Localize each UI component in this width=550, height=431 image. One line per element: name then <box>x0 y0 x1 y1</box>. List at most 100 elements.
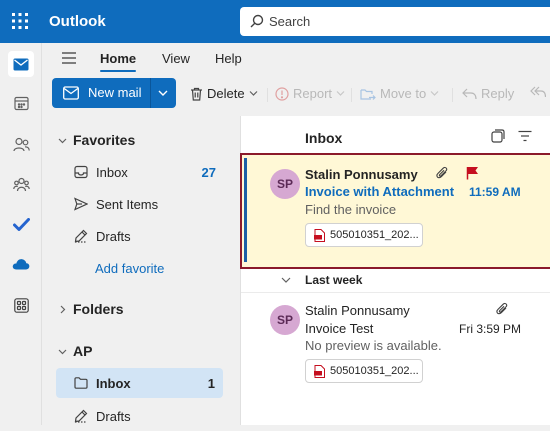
report-button[interactable]: Report <box>275 86 345 101</box>
app-launcher-icon[interactable] <box>11 12 29 30</box>
toolbar-divider <box>452 88 453 102</box>
delete-label: Delete <box>207 86 245 101</box>
folder-pane: Favorites Inbox 27 Sent Items Drafts Add… <box>42 116 240 425</box>
favorites-header[interactable]: Favorites <box>58 132 135 148</box>
message-sender: Stalin Ponnusamy <box>305 167 418 182</box>
hamburger-menu-icon[interactable] <box>62 52 76 64</box>
group-label: Last week <box>305 273 363 287</box>
todo-check-icon <box>12 217 30 231</box>
folder-label: Inbox <box>96 164 128 180</box>
group-header-last-week[interactable]: Last week <box>241 268 550 292</box>
apps-grid-icon <box>13 297 29 313</box>
paperclip-icon <box>496 302 508 315</box>
mail-icon <box>13 58 29 70</box>
chevron-down-icon <box>249 91 258 96</box>
message-preview: No preview is available. <box>305 338 442 353</box>
account-item-inbox[interactable]: Inbox 1 <box>56 368 223 398</box>
toolbar-divider <box>267 88 268 102</box>
chevron-down-icon <box>430 91 439 96</box>
chevron-down-icon[interactable] <box>157 88 169 98</box>
message-subject: Invoice with Attachment <box>305 184 455 199</box>
drafts-icon <box>74 409 88 423</box>
new-mail-label: New mail <box>88 85 142 100</box>
search-box[interactable]: Search <box>240 7 550 36</box>
favorites-item-sent-items[interactable]: Sent Items <box>56 189 236 219</box>
favorites-item-inbox[interactable]: Inbox 27 <box>56 157 236 187</box>
calendar-app-button[interactable] <box>8 90 34 116</box>
reply-label: Reply <box>481 86 515 101</box>
more-apps-button[interactable] <box>8 292 34 318</box>
app-rail <box>0 43 42 425</box>
message-list: Inbox SP Stalin Ponnusamy Invoice with A… <box>240 116 550 425</box>
folder-icon <box>74 377 88 389</box>
select-toggle-icon[interactable] <box>491 129 505 143</box>
folders-header[interactable]: Folders <box>58 301 124 317</box>
message-item-selected[interactable]: SP Stalin Ponnusamy Invoice with Attachm… <box>240 153 550 269</box>
flag-icon[interactable] <box>466 166 479 180</box>
top-bar: Outlook Search <box>0 0 550 43</box>
folder-label: Sent Items <box>96 196 159 212</box>
message-sender: Stalin Ponnusamy <box>305 303 410 318</box>
chevron-down-icon <box>281 277 291 283</box>
groups-app-button[interactable] <box>8 171 34 197</box>
groups-icon <box>12 177 30 192</box>
tab-view[interactable]: View <box>162 51 190 66</box>
toolbar-divider <box>351 88 352 102</box>
filter-icon[interactable] <box>518 130 532 142</box>
tab-help[interactable]: Help <box>215 51 242 66</box>
trash-icon <box>191 87 202 101</box>
app-title[interactable]: Outlook <box>49 13 106 30</box>
pdf-file-icon <box>314 228 325 242</box>
message-time: 11:59 AM <box>469 185 521 199</box>
reply-arrow-icon <box>462 88 477 99</box>
search-input[interactable]: Search <box>269 14 310 29</box>
delete-button[interactable]: Delete <box>190 86 258 101</box>
avatar: SP <box>270 305 300 335</box>
new-mail-button[interactable]: New mail <box>52 78 176 108</box>
report-warning-icon <box>275 86 289 101</box>
attachment-chip[interactable]: 505010351_202... <box>305 359 423 383</box>
message-list-title: Inbox <box>305 130 343 146</box>
new-mail-divider <box>150 78 151 108</box>
unread-count: 27 <box>201 164 216 180</box>
send-icon <box>74 197 88 211</box>
account-header[interactable]: AP <box>58 343 92 359</box>
command-toolbar: New mail Delete Report Move to Reply <box>42 73 550 113</box>
drafts-icon <box>74 229 88 243</box>
chevron-down-icon <box>58 349 67 354</box>
mail-app-button[interactable] <box>8 51 34 77</box>
favorites-item-drafts[interactable]: Drafts <box>56 221 236 251</box>
move-to-button[interactable]: Move to <box>360 86 439 101</box>
calendar-icon <box>13 96 29 110</box>
attachment-chip[interactable]: 505010351_202... <box>305 223 423 247</box>
reply-all-arrow-icon <box>530 86 546 98</box>
reply-all-button[interactable] <box>530 86 546 98</box>
message-item[interactable]: SP Stalin Ponnusamy Invoice Test Fri 3:5… <box>241 292 550 392</box>
favorites-label: Favorites <box>73 132 136 148</box>
onedrive-cloud-icon <box>12 259 30 270</box>
tab-home[interactable]: Home <box>100 51 137 72</box>
reply-button[interactable]: Reply <box>462 86 514 101</box>
envelope-icon <box>63 86 79 100</box>
message-preview: Find the invoice <box>305 202 397 217</box>
people-app-button[interactable] <box>8 131 34 157</box>
chevron-down-icon <box>58 138 67 143</box>
account-item-drafts[interactable]: Drafts <box>56 401 236 431</box>
people-icon <box>12 137 30 151</box>
folder-label: Inbox <box>96 375 131 391</box>
add-favorite-link[interactable]: Add favorite <box>56 253 236 283</box>
chevron-down-icon <box>336 91 345 96</box>
todo-app-button[interactable] <box>8 211 34 237</box>
onedrive-app-button[interactable] <box>8 251 34 277</box>
ribbon-tabs: Home View Help <box>42 43 550 73</box>
move-to-label: Move to <box>380 86 427 101</box>
unread-count: 1 <box>207 375 215 391</box>
attachment-name: 505010351_202... <box>330 365 419 377</box>
search-icon <box>250 14 264 28</box>
inbox-icon <box>74 165 88 179</box>
account-label: AP <box>73 343 93 359</box>
folders-label: Folders <box>73 301 124 317</box>
message-list-header: Inbox <box>241 116 550 154</box>
message-time: Fri 3:59 PM <box>459 322 522 336</box>
message-subject: Invoice Test <box>305 321 374 336</box>
